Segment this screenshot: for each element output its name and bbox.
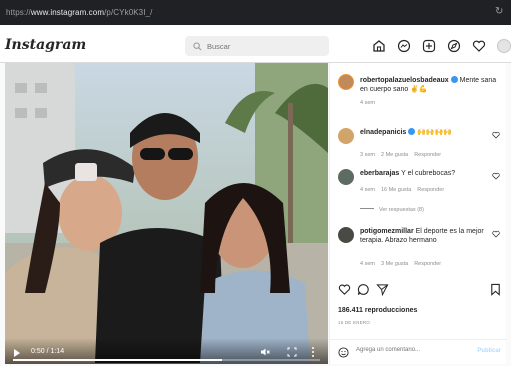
profile-avatar[interactable] [496, 38, 511, 54]
search-icon [193, 41, 202, 50]
share-send-icon[interactable] [376, 283, 389, 296]
more-options-icon[interactable] [311, 346, 315, 358]
search-input[interactable] [207, 41, 317, 51]
reply-button[interactable]: Responder [414, 261, 441, 267]
reply-button[interactable]: Responder [414, 152, 441, 158]
comment-avatar[interactable] [338, 169, 354, 185]
reload-icon[interactable]: ↻ [495, 7, 505, 17]
author-avatar[interactable] [338, 74, 354, 90]
comment-age: 4 sem [360, 261, 375, 267]
mute-icon[interactable] [260, 347, 270, 357]
play-icon[interactable] [14, 349, 20, 357]
home-icon[interactable] [371, 38, 387, 54]
comment-username[interactable]: elnadepanicis [360, 129, 406, 136]
caption: robertopalazuelosbadeaux Mente sana en c… [360, 76, 498, 108]
explore-icon[interactable] [446, 38, 462, 54]
like-comment-heart-icon[interactable] [492, 131, 500, 139]
emoji-icon[interactable] [338, 347, 349, 358]
like-comment-heart-icon[interactable] [492, 230, 500, 238]
comment-likes[interactable]: 3 Me gusta [381, 261, 408, 267]
video-frame [5, 63, 328, 364]
comment-username[interactable]: potigomezmillar [360, 228, 414, 235]
instagram-logo[interactable]: Instagram [5, 37, 86, 53]
author-username[interactable]: robertopalazuelosbadeaux [360, 77, 449, 84]
comment-text: 🙌🙌🙌🙌 [417, 129, 453, 136]
comment-bubble-icon[interactable] [357, 283, 370, 296]
like-heart-icon[interactable] [338, 283, 351, 296]
comment-text: Y el cubrebocas? [401, 170, 456, 177]
top-nav: Instagram [0, 25, 511, 63]
comment-likes[interactable]: 2 Me gusta [381, 152, 408, 158]
verified-badge-icon [450, 76, 458, 83]
post-side-panel: robertopalazuelosbadeaux Mente sana en c… [329, 63, 507, 364]
search-box[interactable] [185, 36, 329, 56]
browser-address-bar[interactable]: https://www.instagram.com/p/CYk0K3I_/ ↻ [0, 0, 511, 25]
comment-age: 4 sem [360, 187, 375, 193]
save-bookmark-icon[interactable] [489, 283, 502, 296]
fullscreen-icon[interactable] [287, 347, 297, 357]
video-progress-fill [13, 359, 222, 361]
view-replies-button[interactable]: Ver respuestas (8) [360, 207, 424, 213]
video-progress-bar[interactable] [13, 359, 320, 361]
publish-button[interactable]: Publicar [477, 348, 501, 354]
comment-age: 3 sem [360, 152, 375, 158]
post-view: 0:50 / 1:14 robertopalazuelosbadeaux Men… [0, 63, 511, 366]
post-date: 16 DE ENERO [338, 320, 370, 325]
comment-username[interactable]: eberbarajas [360, 170, 399, 177]
video-player[interactable]: 0:50 / 1:14 [5, 63, 328, 364]
video-controls: 0:50 / 1:14 [5, 338, 328, 364]
caption-age: 4 sem [360, 100, 375, 106]
like-comment-heart-icon[interactable] [492, 172, 500, 180]
reply-button[interactable]: Responder [417, 187, 444, 193]
video-time: 0:50 / 1:14 [31, 348, 65, 355]
add-comment-bar: Publicar [330, 339, 507, 364]
messenger-icon[interactable] [396, 38, 412, 54]
new-post-icon[interactable] [421, 38, 437, 54]
view-count[interactable]: 186.411 reproducciones [338, 307, 417, 314]
url-text[interactable]: https://www.instagram.com/p/CYk0K3I_/ [6, 8, 152, 17]
verified-badge-icon [408, 128, 416, 135]
activity-heart-icon[interactable] [471, 38, 487, 54]
comment-likes[interactable]: 16 Me gusta [381, 187, 411, 193]
comment-avatar[interactable] [338, 227, 354, 243]
comment-avatar[interactable] [338, 128, 354, 144]
post-actions [338, 283, 502, 299]
comment-input[interactable] [356, 347, 466, 353]
